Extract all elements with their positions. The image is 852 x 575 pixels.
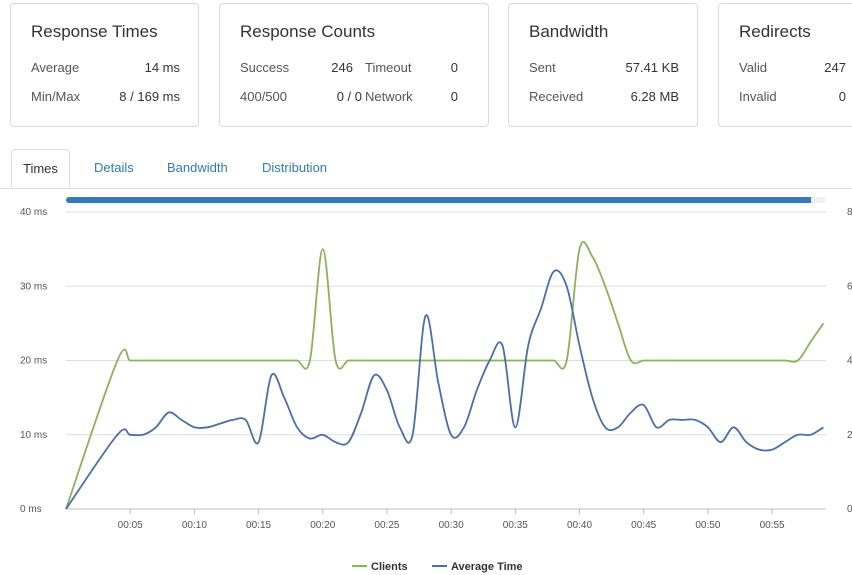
times-chart: 0 ms 10 ms 20 ms 30 ms 40 ms 0 2 4 6 8 00:05 00:10 0… [20,207,852,573]
x-tick-label: 00:20 [310,520,335,531]
y-tick-right-label: 4 [847,356,852,367]
y-tick-right-label: 0 [847,504,852,515]
x-tick-label: 00:05 [118,520,143,531]
y-tick-right-label: 2 [847,430,852,441]
x-tick-label: 00:15 [246,520,271,531]
y-tick-left-label: 10 ms [20,430,47,441]
x-tick-label: 00:25 [374,520,399,531]
x-tick-label: 00:35 [503,520,528,531]
y-tick-right-label: 6 [847,281,852,292]
x-tick-label: 00:55 [760,520,785,531]
legend-label: Clients [371,561,408,573]
y-tick-right-label: 8 [847,207,852,218]
x-tick-label: 00:45 [631,520,656,531]
series-line-average-time [65,269,824,510]
y-tick-left-label: 30 ms [20,281,47,292]
x-tick-label: 00:30 [439,520,464,531]
x-tick-label: 00:50 [695,520,720,531]
legend-label: Average Time [451,561,523,573]
y-tick-left-label: 0 ms [20,504,42,515]
y-tick-left-label: 20 ms [20,356,47,367]
y-tick-left-label: 40 ms [20,207,47,218]
series-line-clients [65,241,825,510]
x-tick-label: 00:40 [567,520,592,531]
x-tick-label: 00:10 [182,520,207,531]
